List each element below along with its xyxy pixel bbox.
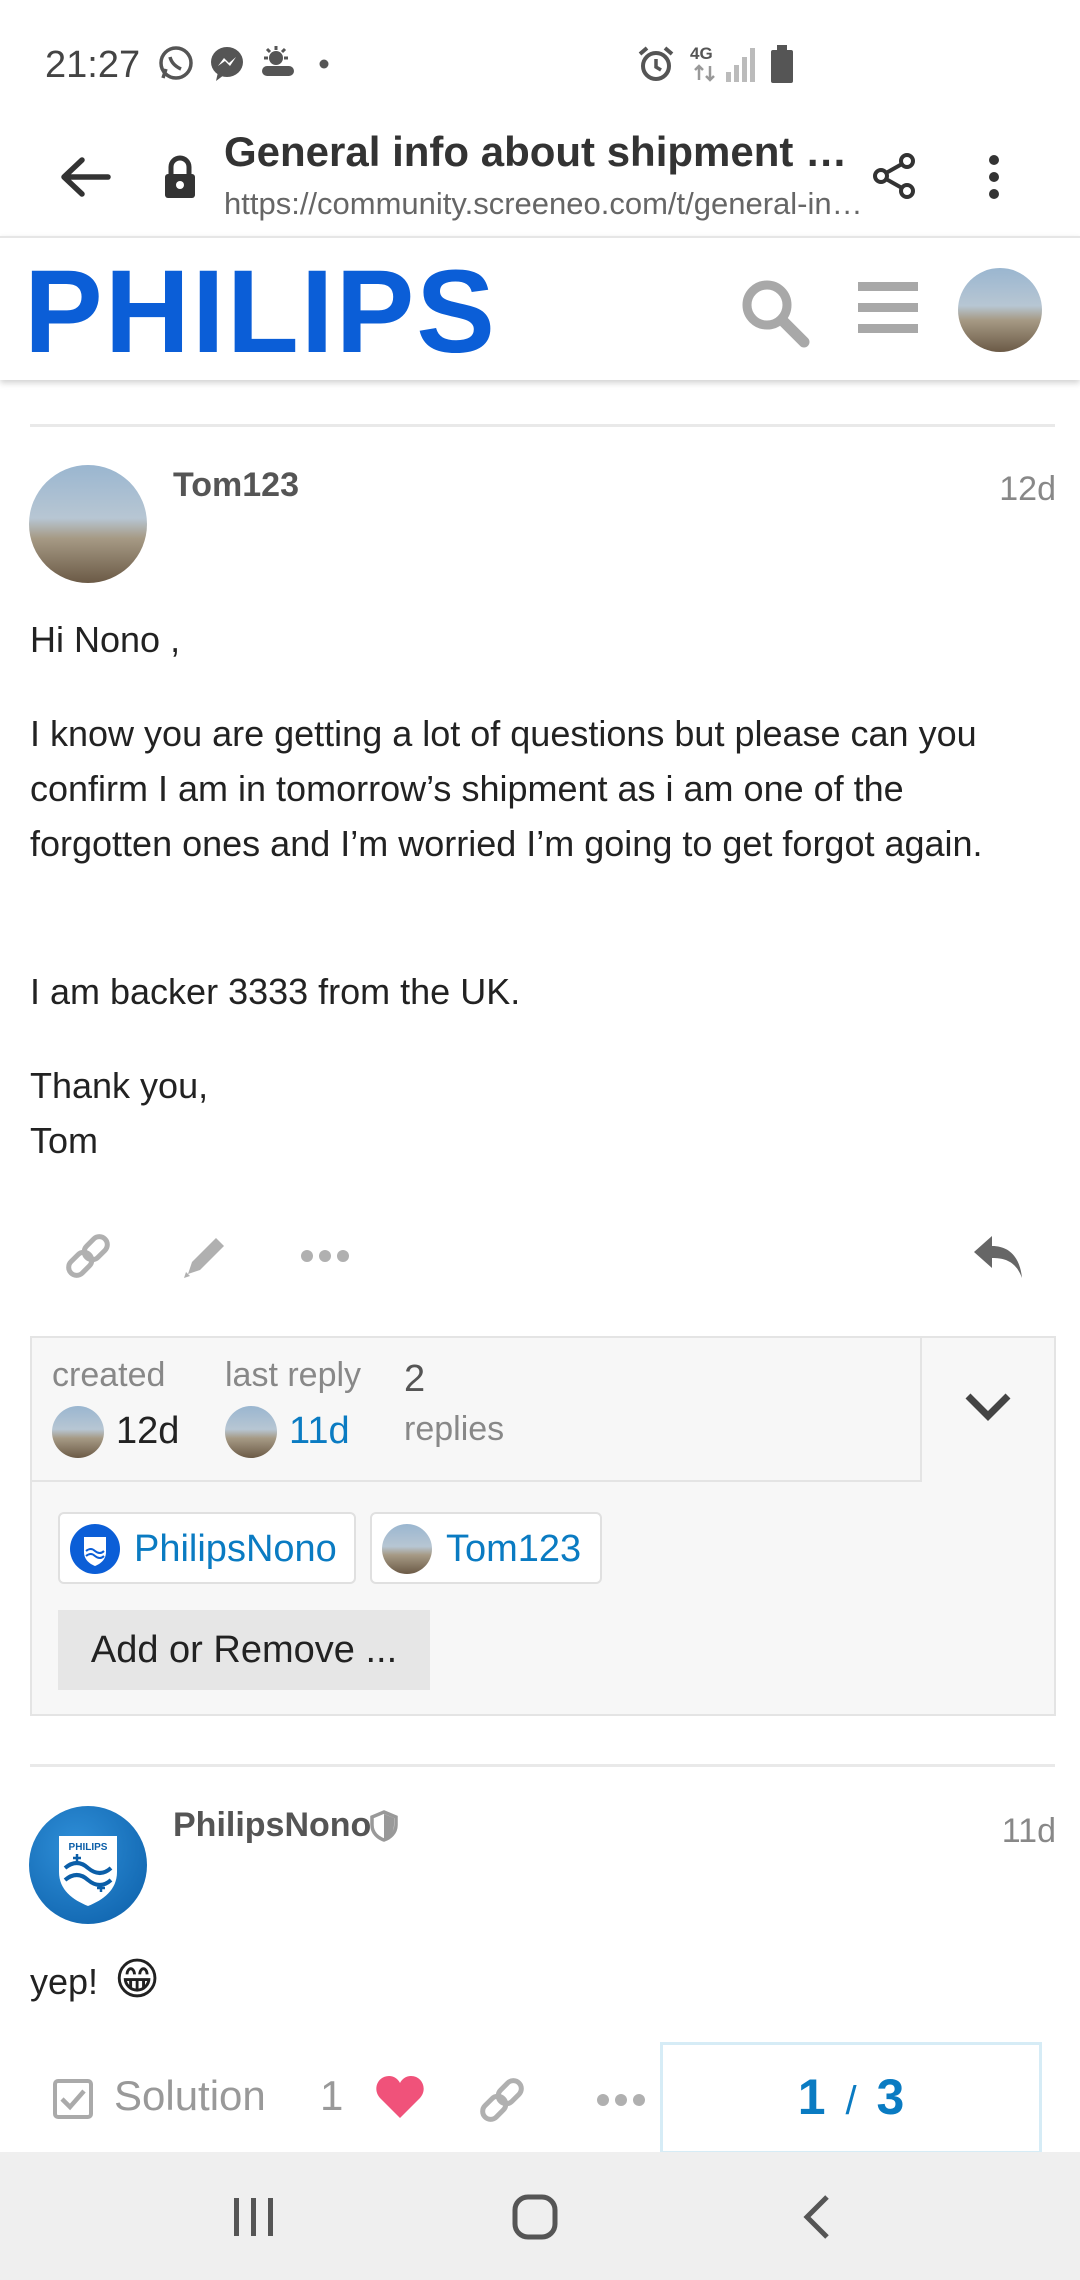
4g-icon: 4G (690, 44, 724, 84)
android-navigation-bar (0, 2152, 1080, 2280)
like-count[interactable]: 1 (320, 2072, 343, 2120)
philips-logo[interactable]: PHILIPS (24, 252, 497, 372)
avatar (52, 1406, 104, 1458)
share-icon[interactable] (872, 152, 916, 200)
post-date[interactable]: 12d (960, 470, 1056, 509)
post-date[interactable]: 11d (960, 1812, 1056, 1851)
avatar (382, 1524, 432, 1574)
post-paragraph: I am backer 3333 from the UK. (30, 971, 521, 1012)
more-horizontal-icon[interactable] (596, 2090, 646, 2110)
post-paragraph: I know you are getting a lot of question… (30, 713, 983, 864)
signal-icon (726, 48, 755, 82)
back-icon[interactable] (802, 2194, 832, 2240)
url-address[interactable]: https://community.screeneo.com/t/general… (224, 186, 864, 222)
network-type-label: 4G (690, 44, 713, 63)
post-text: yep! (30, 1961, 99, 2002)
progress-total: 3 (876, 2069, 905, 2125)
lock-icon[interactable] (162, 154, 198, 200)
solution-checkbox-icon[interactable] (52, 2078, 94, 2120)
hamburger-menu-icon[interactable] (858, 280, 918, 336)
more-vert-icon[interactable] (986, 154, 1002, 200)
avatar-wordmark: PHILIPS (69, 1842, 108, 1853)
post-divider (30, 1764, 1055, 1767)
moderator-shield-icon (370, 1810, 398, 1842)
solution-button[interactable]: Solution (114, 2072, 266, 2120)
grinning-emoji-icon: 😁 (114, 1955, 160, 2004)
avatar[interactable] (29, 465, 147, 583)
topic-map: created 12d last reply 11d 2 replies Phi… (30, 1336, 1056, 1716)
philips-shield-avatar (70, 1524, 120, 1574)
recent-apps-icon[interactable] (232, 2196, 276, 2238)
philips-shield-avatar[interactable]: PHILIPS (29, 1806, 147, 1924)
progress-separator: / (845, 2079, 857, 2123)
participant-name: Tom123 (446, 1528, 582, 1570)
edit-pencil-icon[interactable] (180, 1230, 232, 1282)
post-divider (30, 424, 1055, 427)
last-reply-label: last reply (225, 1356, 362, 1394)
reply-icon[interactable] (972, 1234, 1024, 1280)
post-paragraph: Thank you, Tom (30, 1065, 209, 1161)
dot-icon (319, 59, 329, 69)
add-or-remove-button[interactable]: Add or Remove ... (58, 1610, 430, 1690)
topic-progress-indicator[interactable]: 1 / 3 (660, 2042, 1042, 2154)
alarm-icon (638, 46, 674, 81)
status-bar: 21:27 4G (0, 0, 1080, 118)
participant-chip[interactable]: Tom123 (370, 1512, 602, 1584)
messenger-icon (211, 47, 243, 81)
post-username[interactable]: PhilipsNono (173, 1806, 371, 1845)
weather-icon (262, 46, 294, 76)
participant-name: PhilipsNono (134, 1528, 337, 1570)
post-paragraph: yep! 😁 (30, 1952, 160, 2009)
chevron-down-icon[interactable] (964, 1390, 1012, 1424)
replies-label: replies (404, 1410, 505, 1448)
participant-chip[interactable]: PhilipsNono (58, 1512, 356, 1584)
post-username[interactable]: Tom123 (173, 466, 299, 505)
whatsapp-icon (159, 46, 193, 80)
current-user-avatar[interactable] (958, 268, 1042, 352)
progress-current: 1 (797, 2069, 826, 2125)
battery-icon (771, 45, 793, 83)
page-title[interactable]: General info about shipment and… (224, 128, 864, 176)
heart-icon[interactable] (375, 2074, 425, 2120)
created-value: 12d (116, 1410, 180, 1452)
status-time: 21:27 (45, 44, 141, 86)
back-arrow-icon[interactable] (58, 152, 112, 202)
home-icon[interactable] (512, 2194, 558, 2240)
last-reply-value[interactable]: 11d (289, 1410, 350, 1453)
created-label: created (52, 1356, 166, 1394)
site-header: PHILIPS (0, 236, 1080, 380)
more-horizontal-icon[interactable] (300, 1246, 350, 1266)
topic-map-summary[interactable]: created 12d last reply 11d 2 replies (32, 1338, 922, 1482)
link-icon[interactable] (476, 2074, 528, 2126)
link-icon[interactable] (62, 1230, 114, 1282)
replies-count: 2 (404, 1358, 426, 1400)
search-icon[interactable] (738, 276, 810, 348)
avatar (225, 1406, 277, 1458)
post-paragraph: Hi Nono , (30, 619, 181, 660)
